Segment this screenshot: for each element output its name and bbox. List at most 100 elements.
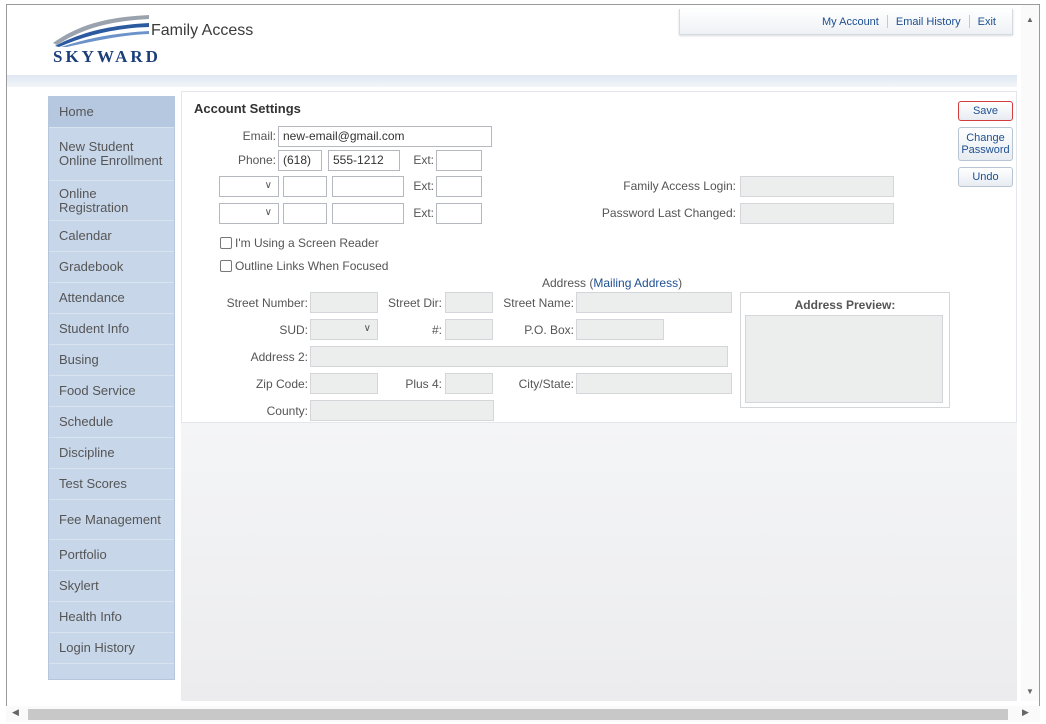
street-number-label: Street Number: [226, 296, 308, 310]
mailing-address-link[interactable]: Mailing Address [593, 276, 678, 290]
sidebar-item-busing[interactable]: Busing [49, 345, 174, 376]
my-account-link[interactable]: My Account [814, 16, 887, 28]
street-number-field [310, 292, 378, 313]
sidebar-item-test-scores[interactable]: Test Scores [49, 469, 174, 500]
sidebar-item-attendance[interactable]: Attendance [49, 283, 174, 314]
screen-reader-label: I'm Using a Screen Reader [235, 236, 379, 250]
outline-links-checkbox[interactable]: Outline Links When Focused [220, 259, 388, 273]
checkbox-icon[interactable] [220, 237, 232, 249]
address-preview: Address Preview: [740, 292, 950, 408]
phone-ext-field[interactable] [436, 150, 482, 171]
outline-links-label: Outline Links When Focused [235, 259, 389, 273]
city-state-field [576, 373, 732, 394]
zip-code-field [310, 373, 378, 394]
chevron-down-icon: ∨ [264, 180, 272, 191]
address-header-suffix: ) [678, 276, 683, 290]
horizontal-scroll-thumb[interactable] [28, 709, 1008, 720]
sidebar-item-home[interactable]: Home [49, 97, 174, 128]
county-label: County: [266, 404, 308, 418]
phone3-type-select[interactable]: ∨ [219, 203, 279, 224]
change-password-button[interactable]: Change Password [958, 127, 1013, 161]
sidebar-item-discipline[interactable]: Discipline [49, 438, 174, 469]
street-name-label: Street Name: [503, 296, 574, 310]
sud-label: SUD: [279, 323, 308, 337]
phone2-number-field[interactable] [332, 176, 404, 197]
sidebar-item-health-info[interactable]: Health Info [49, 602, 174, 633]
phone-label: Phone: [237, 153, 276, 167]
checkbox-icon[interactable] [220, 260, 232, 272]
address2-field [310, 346, 728, 367]
scroll-down-icon[interactable]: ▼ [1026, 687, 1034, 696]
sidebar-item-food-service[interactable]: Food Service [49, 376, 174, 407]
street-dir-label: Street Dir: [387, 296, 442, 310]
sidebar-item-portfolio[interactable]: Portfolio [49, 540, 174, 571]
account-settings-panel: Account Settings Email: new-email@gmail.… [181, 91, 1017, 423]
street-dir-field [445, 292, 493, 313]
po-box-label: P.O. Box: [524, 323, 574, 337]
browser-frame: SKYWARD Family Access My Account Email H… [6, 4, 1040, 718]
county-field [310, 400, 494, 421]
sidebar-item-calendar[interactable]: Calendar [49, 221, 174, 252]
chevron-down-icon: ∨ [264, 207, 272, 218]
sidebar-item-student-info[interactable]: Student Info [49, 314, 174, 345]
sidebar-item-schedule[interactable]: Schedule [49, 407, 174, 438]
po-box-field [576, 319, 664, 340]
sud-select: ∨ [310, 319, 378, 340]
plus4-label: Plus 4: [405, 377, 442, 391]
sidebar-item-skylert[interactable]: Skylert [49, 571, 174, 602]
address-preview-box [745, 315, 943, 403]
vertical-scrollbar[interactable]: ▲ ▼ [1021, 5, 1039, 701]
family-access-login-field [740, 176, 894, 197]
scroll-left-icon[interactable]: ◀ [12, 707, 19, 718]
password-last-changed-label: Password Last Changed: [601, 206, 736, 220]
email-label: Email: [242, 129, 276, 143]
sidebar-nav: Home New Student Online Enrollment Onlin… [48, 96, 175, 680]
number-label: #: [431, 323, 442, 337]
scroll-up-icon[interactable]: ▲ [1026, 15, 1034, 24]
phone-ext-label: Ext: [413, 153, 434, 167]
address-section-header: Address (Mailing Address) [542, 276, 682, 290]
phone3-number-field[interactable] [332, 203, 404, 224]
top-links-bar: My Account Email History Exit [679, 9, 1013, 35]
page-title: Account Settings [194, 101, 301, 116]
sidebar-item-fee-management[interactable]: Fee Management [49, 500, 174, 540]
address-header-text: Address ( [542, 276, 594, 290]
sidebar-item-login-history[interactable]: Login History [49, 633, 174, 664]
phone2-ext-label: Ext: [413, 179, 434, 193]
street-name-field [576, 292, 732, 313]
sidebar-item-gradebook[interactable]: Gradebook [49, 252, 174, 283]
address2-label: Address 2: [250, 350, 308, 364]
phone2-ext-field[interactable] [436, 176, 482, 197]
password-last-changed-field [740, 203, 894, 224]
family-access-login-label: Family Access Login: [623, 179, 736, 193]
exit-link[interactable]: Exit [970, 16, 1004, 28]
phone-area-code-field[interactable]: (618) [278, 150, 322, 171]
header-band [7, 75, 1017, 87]
sidebar-item-online-registration[interactable]: Online Registration [49, 181, 174, 221]
sidebar-item-new-student-online-enrollment[interactable]: New Student Online Enrollment [49, 128, 174, 181]
phone2-area-code-field[interactable] [283, 176, 327, 197]
city-state-label: City/State: [518, 377, 574, 391]
horizontal-scrollbar[interactable]: ◀ ▶ [6, 706, 1040, 722]
screen-reader-checkbox[interactable]: I'm Using a Screen Reader [220, 236, 379, 250]
zip-code-label: Zip Code: [255, 377, 308, 391]
phone3-ext-label: Ext: [413, 206, 434, 220]
phone3-area-code-field[interactable] [283, 203, 327, 224]
number-field [445, 319, 493, 340]
phone2-type-select[interactable]: ∨ [219, 176, 279, 197]
email-field[interactable]: new-email@gmail.com [278, 126, 492, 147]
scroll-right-icon[interactable]: ▶ [1022, 707, 1029, 718]
skyward-logo[interactable]: SKYWARD [51, 13, 161, 71]
logo-text: SKYWARD [53, 47, 161, 66]
undo-button[interactable]: Undo [958, 167, 1013, 187]
header: SKYWARD Family Access My Account Email H… [7, 5, 1017, 79]
save-button[interactable]: Save [958, 101, 1013, 121]
phone-number-field[interactable]: 555-1212 [328, 150, 400, 171]
logo-swoosh-icon [53, 15, 149, 47]
plus4-field [445, 373, 493, 394]
phone3-ext-field[interactable] [436, 203, 482, 224]
address-preview-title: Address Preview: [794, 298, 896, 312]
email-history-link[interactable]: Email History [888, 16, 969, 28]
app-title: Family Access [151, 22, 254, 39]
chevron-down-icon: ∨ [363, 323, 371, 334]
